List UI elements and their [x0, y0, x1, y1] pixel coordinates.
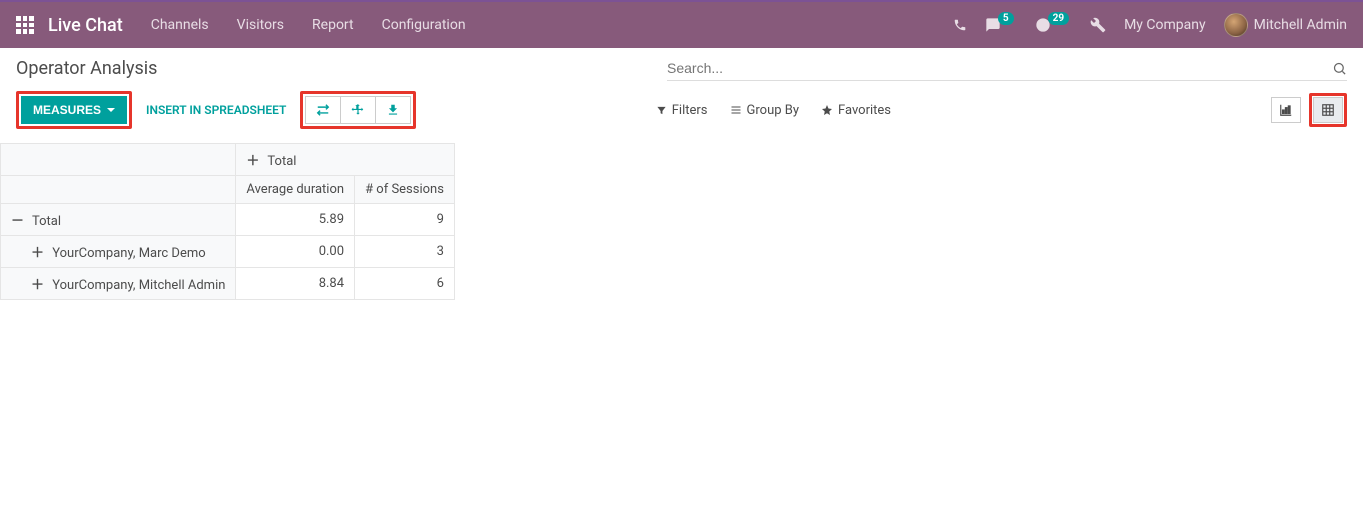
app-brand[interactable]: Live Chat: [48, 15, 123, 36]
row-header-total[interactable]: － Total: [1, 204, 236, 236]
row-header-mitchell[interactable]: ＋ YourCompany, Mitchell Admin: [1, 268, 236, 300]
avatar: [1224, 13, 1248, 37]
user-name: Mitchell Admin: [1254, 17, 1347, 33]
search-input[interactable]: [667, 60, 1332, 76]
cell-value: 0.00: [236, 236, 355, 268]
bar-chart-icon: [1279, 103, 1293, 117]
pivot-icon: [1321, 103, 1335, 117]
pivot-table: ＋ Total Average duration # of Sessions －…: [0, 143, 455, 300]
groupby-button[interactable]: Group By: [730, 103, 800, 118]
row-header-marc[interactable]: ＋ YourCompany, Marc Demo: [1, 236, 236, 268]
search-bar[interactable]: [667, 56, 1347, 81]
list-icon: [730, 104, 742, 116]
graph-view-button[interactable]: [1271, 97, 1301, 123]
phone-icon[interactable]: [953, 18, 967, 32]
pivot-table-wrap: ＋ Total Average duration # of Sessions －…: [0, 143, 1363, 300]
main-menu: Channels Visitors Report Configuration: [151, 17, 466, 33]
cell-value: 5.89: [236, 204, 355, 236]
apps-icon[interactable]: [16, 16, 34, 34]
star-icon: [821, 104, 833, 116]
insert-spreadsheet-button[interactable]: INSERT IN SPREADSHEET: [146, 103, 286, 117]
caret-down-icon: [107, 108, 115, 112]
cell-value: 6: [355, 268, 455, 300]
filters-button[interactable]: Filters: [656, 103, 708, 118]
download-button[interactable]: [376, 96, 411, 124]
top-navbar: Live Chat Channels Visitors Report Confi…: [0, 2, 1363, 48]
cell-value: 3: [355, 236, 455, 268]
flip-axis-button[interactable]: [305, 96, 341, 124]
activities-badge: 29: [1048, 12, 1069, 25]
table-row: － Total 5.89 9: [1, 204, 455, 236]
highlight-measures: MEASURES: [16, 91, 132, 129]
cell-value: 9: [355, 204, 455, 236]
search-icon[interactable]: [1332, 61, 1347, 76]
plus-icon[interactable]: ＋: [31, 274, 43, 293]
plus-icon[interactable]: ＋: [31, 242, 43, 261]
table-row: ＋ YourCompany, Mitchell Admin 8.84 6: [1, 268, 455, 300]
measures-button[interactable]: MEASURES: [21, 96, 127, 124]
measure-sessions: # of Sessions: [355, 176, 455, 204]
pivot-view-button[interactable]: [1313, 97, 1343, 123]
user-menu[interactable]: Mitchell Admin: [1224, 13, 1347, 37]
highlight-tools: [300, 91, 416, 129]
plus-icon[interactable]: ＋: [246, 150, 258, 169]
menu-visitors[interactable]: Visitors: [237, 17, 284, 33]
table-row: ＋ YourCompany, Marc Demo 0.00 3: [1, 236, 455, 268]
col-header-total[interactable]: ＋ Total: [236, 144, 455, 176]
messages-icon[interactable]: 5: [985, 17, 1017, 33]
funnel-icon: [656, 105, 667, 116]
minus-icon[interactable]: －: [11, 210, 23, 229]
page-title: Operator Analysis: [16, 58, 157, 79]
menu-report[interactable]: Report: [312, 17, 354, 33]
cell-value: 8.84: [236, 268, 355, 300]
favorites-button[interactable]: Favorites: [821, 103, 891, 118]
company-switcher[interactable]: My Company: [1124, 17, 1206, 33]
expand-all-button[interactable]: [341, 96, 376, 124]
messages-badge: 5: [998, 12, 1014, 25]
menu-channels[interactable]: Channels: [151, 17, 209, 33]
measure-avg-duration: Average duration: [236, 176, 355, 204]
menu-configuration[interactable]: Configuration: [382, 17, 466, 33]
highlight-pivot-view: [1309, 93, 1347, 127]
debug-icon[interactable]: [1090, 17, 1106, 33]
activities-icon[interactable]: 29: [1035, 17, 1072, 33]
